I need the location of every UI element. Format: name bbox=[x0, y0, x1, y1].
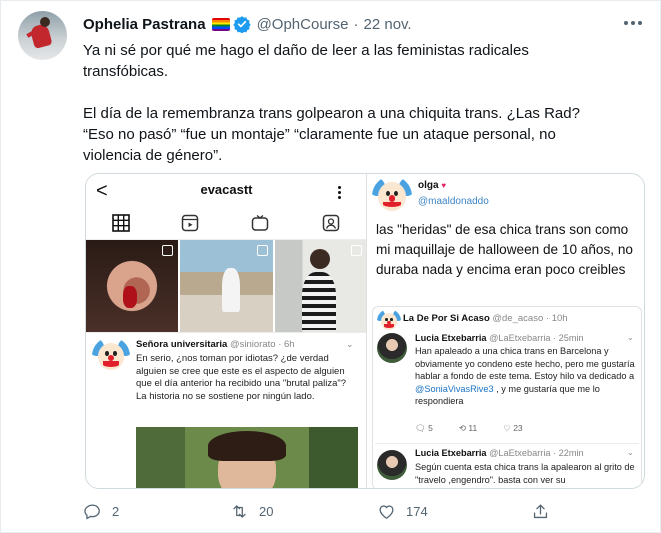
instagram-header: < evacastt bbox=[86, 174, 366, 208]
tweet: Ophelia Pastrana @OphCourse · 22 nov. Ya… bbox=[0, 0, 661, 533]
embedded-text: las "heridas" de esa chica trans son com… bbox=[376, 222, 633, 277]
instagram-username: evacastt bbox=[200, 182, 253, 197]
igtv-icon bbox=[251, 215, 269, 231]
grid-photo bbox=[274, 240, 366, 332]
embedded-author-name: olga bbox=[418, 180, 439, 191]
embedded-photo bbox=[136, 427, 358, 488]
post-text: Según cuenta esta chica trans la apalear… bbox=[415, 462, 635, 485]
chevron-down-icon: ⌄ bbox=[627, 448, 634, 457]
embedded-handle-time: @siniorato · 6h bbox=[230, 339, 295, 350]
post-stats: 🗨 5 ⟲ 11 ♡ 23 bbox=[415, 423, 639, 434]
avatar bbox=[377, 333, 407, 363]
share-button[interactable] bbox=[531, 499, 560, 523]
multi-photo-icon bbox=[256, 245, 268, 256]
chevron-down-icon: ⌄ bbox=[346, 339, 354, 349]
embedded-author: Señora universitaria @siniorato · 6h bbox=[136, 339, 295, 350]
post-author-name: Lucia Etxebarria bbox=[415, 333, 487, 343]
retweet-button[interactable]: 20 bbox=[230, 499, 273, 523]
post-author: Lucia Etxebarria @LaEtxebarria · 22min bbox=[415, 448, 584, 458]
grid-photo bbox=[86, 240, 179, 332]
tweet-text: Ya ni sé por qué me hago el daño de leer… bbox=[83, 40, 643, 166]
quoted-author: La De Por Si Acaso @de_acaso · 10h bbox=[403, 313, 568, 324]
embedded-author: olga ♥ bbox=[418, 180, 446, 191]
retweet-count: ⟲ 11 bbox=[458, 423, 478, 433]
verified-badge-icon bbox=[232, 16, 251, 33]
chevron-down-icon: ⌄ bbox=[627, 333, 634, 342]
embedded-tweet-senora: Señora universitaria @siniorato · 6h ⌄ E… bbox=[86, 332, 366, 488]
heart-icon: ♥ bbox=[441, 181, 447, 190]
post-handle-time: @LaEtxebarria · 22min bbox=[489, 448, 584, 458]
post-author: Lucia Etxebarria @LaEtxebarria · 25min bbox=[415, 333, 584, 343]
retweet-icon bbox=[233, 504, 246, 518]
tweet-date[interactable]: 22 nov. bbox=[364, 16, 412, 33]
like-icon bbox=[379, 504, 394, 519]
reply-count: 2 bbox=[112, 503, 120, 519]
menu-icon bbox=[338, 186, 341, 199]
tweet-text-line: Ya ni sé por qué me hago el daño de leer… bbox=[83, 42, 529, 59]
embedded-author-name: Señora universitaria bbox=[136, 339, 228, 350]
quoted-post: Lucia Etxebarria @LaEtxebarria · 22min ⌄… bbox=[375, 443, 639, 488]
mention-link: @SoniaVivasRive3 bbox=[415, 383, 494, 394]
rainbow-flag-icon bbox=[211, 17, 230, 31]
tagged-icon bbox=[322, 214, 340, 232]
tweet-actions: 2 20 174 bbox=[83, 499, 553, 523]
instagram-photo-grid bbox=[86, 240, 366, 332]
reply-icon bbox=[84, 504, 100, 519]
tweet-text-line: violencia de género”. bbox=[83, 147, 223, 164]
clown-avatar-icon bbox=[377, 309, 401, 333]
post-handle-time: @LaEtxebarria · 25min bbox=[489, 333, 584, 343]
clown-avatar-icon bbox=[92, 337, 130, 375]
tweet-text-line: “Eso no pasó” “fue un montaje” “claramen… bbox=[83, 126, 556, 143]
reply-button[interactable]: 2 bbox=[83, 499, 119, 523]
tweet-media[interactable]: < evacastt Señora universitaria @siniora… bbox=[85, 173, 645, 489]
embedded-handle: @maaldonaddo bbox=[418, 196, 489, 207]
embedded-text: En serio, ¿nos toman por idiotas? ¿de ve… bbox=[136, 353, 347, 402]
header-separator: · bbox=[353, 15, 359, 33]
grid-icon bbox=[112, 214, 130, 232]
media-image-right[interactable]: olga ♥ @maaldonaddo las "heridas" de esa… bbox=[368, 174, 644, 488]
retweet-count: 20 bbox=[259, 503, 274, 519]
tweet-text-line: El día de la remembranza trans golpearon… bbox=[83, 105, 580, 122]
multi-photo-icon bbox=[162, 245, 174, 256]
like-count: 174 bbox=[406, 503, 428, 519]
reels-icon bbox=[181, 214, 199, 232]
post-author-name: Lucia Etxebarria bbox=[415, 448, 487, 458]
post-text: Han apaleado a una chica trans en Barcel… bbox=[415, 346, 635, 407]
multi-photo-icon bbox=[350, 245, 362, 256]
author-avatar[interactable] bbox=[18, 11, 67, 60]
like-count: ♡ 23 bbox=[503, 423, 523, 433]
instagram-tabs bbox=[86, 210, 366, 240]
more-icon[interactable] bbox=[621, 13, 645, 33]
tweet-text-line: transfóbicas. bbox=[83, 63, 169, 80]
clown-avatar-icon bbox=[372, 176, 412, 216]
like-button[interactable]: 174 bbox=[377, 499, 428, 523]
quoted-author-name: La De Por Si Acaso bbox=[403, 313, 490, 324]
author-name[interactable]: Ophelia Pastrana bbox=[83, 16, 206, 33]
grid-photo bbox=[180, 240, 273, 332]
share-icon bbox=[533, 504, 548, 518]
avatar bbox=[377, 450, 407, 480]
reply-count: 🗨 5 bbox=[415, 423, 433, 433]
media-image-left[interactable]: < evacastt Señora universitaria @siniora… bbox=[86, 174, 367, 488]
quoted-post: Lucia Etxebarria @LaEtxebarria · 25min ⌄… bbox=[375, 333, 639, 439]
quoted-tweet: La De Por Si Acaso @de_acaso · 10h Lucia… bbox=[372, 306, 642, 488]
author-handle[interactable]: @OphCourse bbox=[257, 16, 349, 33]
tweet-header: Ophelia Pastrana @OphCourse · 22 nov. bbox=[83, 14, 412, 34]
quoted-handle-time: @de_acaso · 10h bbox=[492, 313, 568, 324]
